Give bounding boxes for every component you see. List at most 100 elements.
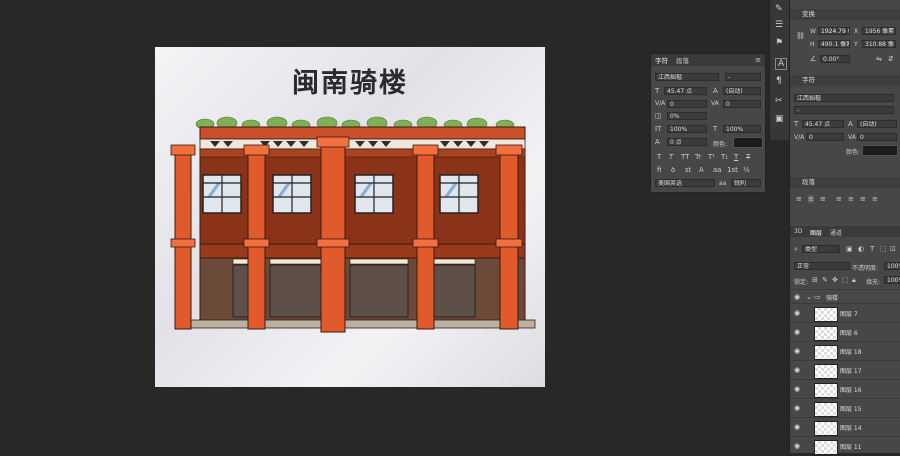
properties-icon[interactable]: ▣ — [775, 114, 784, 124]
character-panel-icon[interactable]: A — [775, 58, 788, 70]
layer-filter-select[interactable]: 类型 — [802, 245, 840, 253]
justify-all-icon[interactable]: ≡ — [872, 195, 878, 203]
underline-button[interactable]: T — [734, 153, 738, 161]
rp-font-style-select[interactable]: - — [794, 106, 894, 114]
layer-row[interactable]: ◉ 图层 17 — [790, 360, 900, 380]
layer-group-row[interactable]: ◉ ⌄ ▭ 骑楼 — [790, 289, 900, 304]
horizontal-scale-field[interactable]: 100% — [723, 125, 761, 133]
all-caps-button[interactable]: TT — [681, 153, 689, 161]
fill-field[interactable]: 100% — [884, 276, 900, 284]
flip-horizontal-icon[interactable]: ⇋ — [876, 55, 882, 63]
filter-adjust-icon[interactable]: ◐ — [858, 245, 864, 253]
character-floating-panel[interactable]: 字符 段落 ≡ 江西拙楷 - T 45.47 点 A (自动) V/A 0 VA… — [650, 53, 766, 193]
rp-tracking-field[interactable]: 0 — [857, 133, 897, 141]
adjust-sliders-icon[interactable]: ☰ — [775, 20, 783, 30]
alternate-icon[interactable]: A — [699, 166, 704, 174]
small-caps-button[interactable]: Tr — [695, 153, 701, 161]
rp-font-family-select[interactable]: 江西拙楷 — [794, 94, 894, 102]
align-left-icon[interactable]: ≡ — [796, 195, 802, 203]
baseline-field[interactable]: 0 点 — [667, 138, 707, 146]
titling-icon[interactable]: aa — [713, 166, 722, 174]
visibility-eye-icon[interactable]: ◉ — [794, 366, 800, 374]
y-field[interactable]: 310.88 像 — [862, 40, 896, 48]
vertical-scale-field[interactable]: 100% — [667, 125, 707, 133]
layer-row[interactable]: ◉ 图层 15 — [790, 398, 900, 418]
rp-kerning-field[interactable]: 0 — [806, 133, 844, 141]
align-center-icon[interactable]: ≡ — [808, 195, 814, 203]
visibility-eye-icon[interactable]: ◉ — [794, 442, 800, 450]
tsume-field[interactable]: 0% — [667, 112, 707, 120]
font-family-select[interactable]: 江西拙楷 — [655, 73, 719, 81]
tab-layers[interactable]: 图层 — [810, 228, 822, 237]
visibility-eye-icon[interactable]: ◉ — [794, 404, 800, 412]
faux-italic-button[interactable]: T — [669, 153, 673, 161]
tools-icon[interactable]: ✂ — [775, 96, 783, 106]
language-select[interactable]: 美国英语 — [655, 179, 715, 187]
paragraph-panel-icon[interactable]: ¶ — [776, 76, 782, 86]
transform-header[interactable]: 变换 — [790, 9, 900, 20]
filter-shape-icon[interactable]: ⬚ — [880, 245, 887, 253]
visibility-eye-icon[interactable]: ◉ — [794, 347, 800, 355]
font-style-select[interactable]: - — [725, 73, 761, 81]
swash-icon[interactable]: st — [685, 166, 691, 174]
layer-row[interactable]: ◉ 图层 14 — [790, 417, 900, 437]
rp-text-color-swatch[interactable] — [862, 145, 898, 156]
chevron-down-icon[interactable]: ⌄ — [806, 293, 812, 301]
tab-paragraph[interactable]: 段落 — [676, 55, 689, 65]
ordinal-icon[interactable]: 1st — [727, 166, 738, 174]
leading-field[interactable]: (自动) — [723, 87, 761, 95]
filter-type-icon[interactable]: T — [870, 245, 874, 253]
height-field[interactable]: 490.1 像素 — [818, 40, 850, 48]
fraction-icon[interactable]: ½ — [743, 166, 750, 174]
rp-font-size-field[interactable]: 45.47 点 — [802, 120, 844, 128]
blend-mode-select[interactable]: 正常 — [794, 262, 850, 270]
tab-character[interactable]: 字符 — [655, 55, 668, 65]
angle-field[interactable]: 0.00° — [820, 55, 850, 63]
filter-pixel-icon[interactable]: ▣ — [846, 245, 853, 253]
stamp-icon[interactable]: ⚑ — [775, 38, 783, 48]
justify-center-icon[interactable]: ≡ — [848, 195, 854, 203]
layer-row[interactable]: ◉ 图层 6 — [790, 322, 900, 342]
superscript-button[interactable]: T¹ — [708, 153, 715, 161]
visibility-eye-icon[interactable]: ◉ — [794, 385, 800, 393]
font-size-field[interactable]: 45.47 点 — [664, 87, 707, 95]
text-color-swatch[interactable] — [733, 137, 763, 148]
lock-all-icon[interactable]: 🔒︎ — [852, 276, 856, 285]
width-field[interactable]: 1924.79 像 — [818, 27, 850, 35]
layer-row[interactable]: ◉ 图层 16 — [790, 379, 900, 399]
character-header[interactable]: 字符 — [790, 75, 900, 86]
lock-artboard-icon[interactable]: ⬚ — [842, 276, 849, 284]
justify-right-icon[interactable]: ≡ — [860, 195, 866, 203]
lock-transparent-icon[interactable]: ⊞ — [812, 276, 818, 284]
subscript-button[interactable]: T₁ — [721, 153, 728, 161]
lock-image-icon[interactable]: ✎ — [822, 276, 828, 284]
justify-left-icon[interactable]: ≡ — [836, 195, 842, 203]
ornament-icon[interactable]: ꝺ — [671, 166, 675, 175]
document-canvas[interactable]: 闽南骑楼 — [155, 47, 545, 387]
x-field[interactable]: 1956 像素 — [862, 27, 896, 35]
faux-bold-button[interactable]: T — [657, 153, 661, 161]
tab-3d[interactable]: 3D — [794, 228, 802, 235]
kerning-field[interactable]: 0 — [667, 100, 707, 108]
layer-row[interactable]: ◉ 图层 18 — [790, 341, 900, 361]
brush-icon[interactable]: ✎ — [775, 4, 783, 14]
tab-channels[interactable]: 通道 — [830, 228, 842, 237]
anti-alias-select[interactable]: 锐利 — [731, 179, 761, 187]
lock-position-icon[interactable]: ✥ — [832, 276, 838, 284]
paragraph-header[interactable]: 段落 — [790, 177, 900, 188]
flip-vertical-icon[interactable]: ⇵ — [888, 55, 894, 63]
ligature-icon[interactable]: fi — [657, 166, 661, 174]
link-icon[interactable]: ⛓ — [796, 32, 805, 40]
panel-menu-icon[interactable]: ≡ — [755, 56, 761, 64]
opacity-field[interactable]: 100% — [884, 262, 900, 270]
rp-leading-field[interactable]: (自动) — [857, 120, 897, 128]
visibility-eye-icon[interactable]: ◉ — [794, 309, 800, 317]
visibility-eye-icon[interactable]: ◉ — [794, 423, 800, 431]
visibility-eye-icon[interactable]: ◉ — [794, 293, 800, 301]
visibility-eye-icon[interactable]: ◉ — [794, 328, 800, 336]
layer-row[interactable]: ◉ 图层 7 — [790, 303, 900, 323]
tracking-field[interactable]: 0 — [723, 100, 761, 108]
strikethrough-button[interactable]: T — [746, 153, 750, 161]
align-right-icon[interactable]: ≡ — [820, 195, 826, 203]
filter-smart-icon[interactable]: ⊡ — [890, 245, 896, 253]
